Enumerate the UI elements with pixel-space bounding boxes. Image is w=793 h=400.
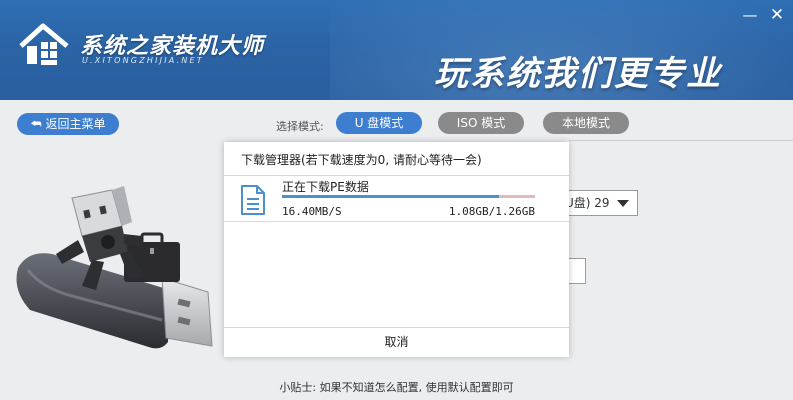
- usb-drive-select-value: U盘) 29: [565, 196, 610, 210]
- logo-icon: [19, 23, 69, 65]
- app-header: 系统之家装机大师 U.XITONGZHIJIA.NET 玩系统我们更专业 — ✕: [0, 0, 793, 100]
- back-arrow-icon: ⮪: [30, 117, 46, 131]
- download-manager-dialog: 下载管理器(若下载速度为0, 请耐心等待一会) 正在下载PE数据 16.40MB…: [224, 142, 569, 357]
- usb-robot-illustration: [16, 186, 213, 349]
- dialog-title: 下载管理器(若下载速度为0, 请耐心等待一会): [241, 153, 482, 167]
- document-icon: [241, 185, 265, 215]
- close-icon[interactable]: ✕: [768, 6, 786, 24]
- title-divider: [224, 175, 569, 176]
- item-divider: [224, 221, 569, 222]
- u-disk-mode-button[interactable]: U 盘模式: [336, 112, 422, 134]
- cancel-button[interactable]: 取消: [224, 328, 569, 357]
- local-mode-button[interactable]: 本地模式: [543, 112, 629, 134]
- download-progress-fill: [282, 195, 499, 198]
- tip-text: 小贴士: 如果不知道怎么配置, 使用默认配置即可: [279, 381, 514, 394]
- mode-label: 选择模式:: [276, 120, 324, 133]
- minimize-icon[interactable]: —: [741, 6, 759, 24]
- back-to-main-menu-button[interactable]: ⮪ 返回主菜单: [17, 113, 119, 135]
- download-speed: 16.40MB/S: [282, 205, 342, 218]
- slogan: 玩系统我们更专业: [434, 54, 722, 94]
- back-button-label: 返回主菜单: [45, 117, 106, 131]
- iso-mode-button[interactable]: ISO 模式: [438, 112, 524, 134]
- download-size: 1.08GB/1.26GB: [448, 205, 535, 218]
- brand-url: U.XITONGZHIJIA.NET: [82, 56, 204, 65]
- divider: [569, 140, 793, 141]
- download-progress-bar: [282, 195, 535, 198]
- chevron-down-icon: [617, 200, 629, 207]
- download-item-name: 正在下载PE数据: [282, 180, 369, 194]
